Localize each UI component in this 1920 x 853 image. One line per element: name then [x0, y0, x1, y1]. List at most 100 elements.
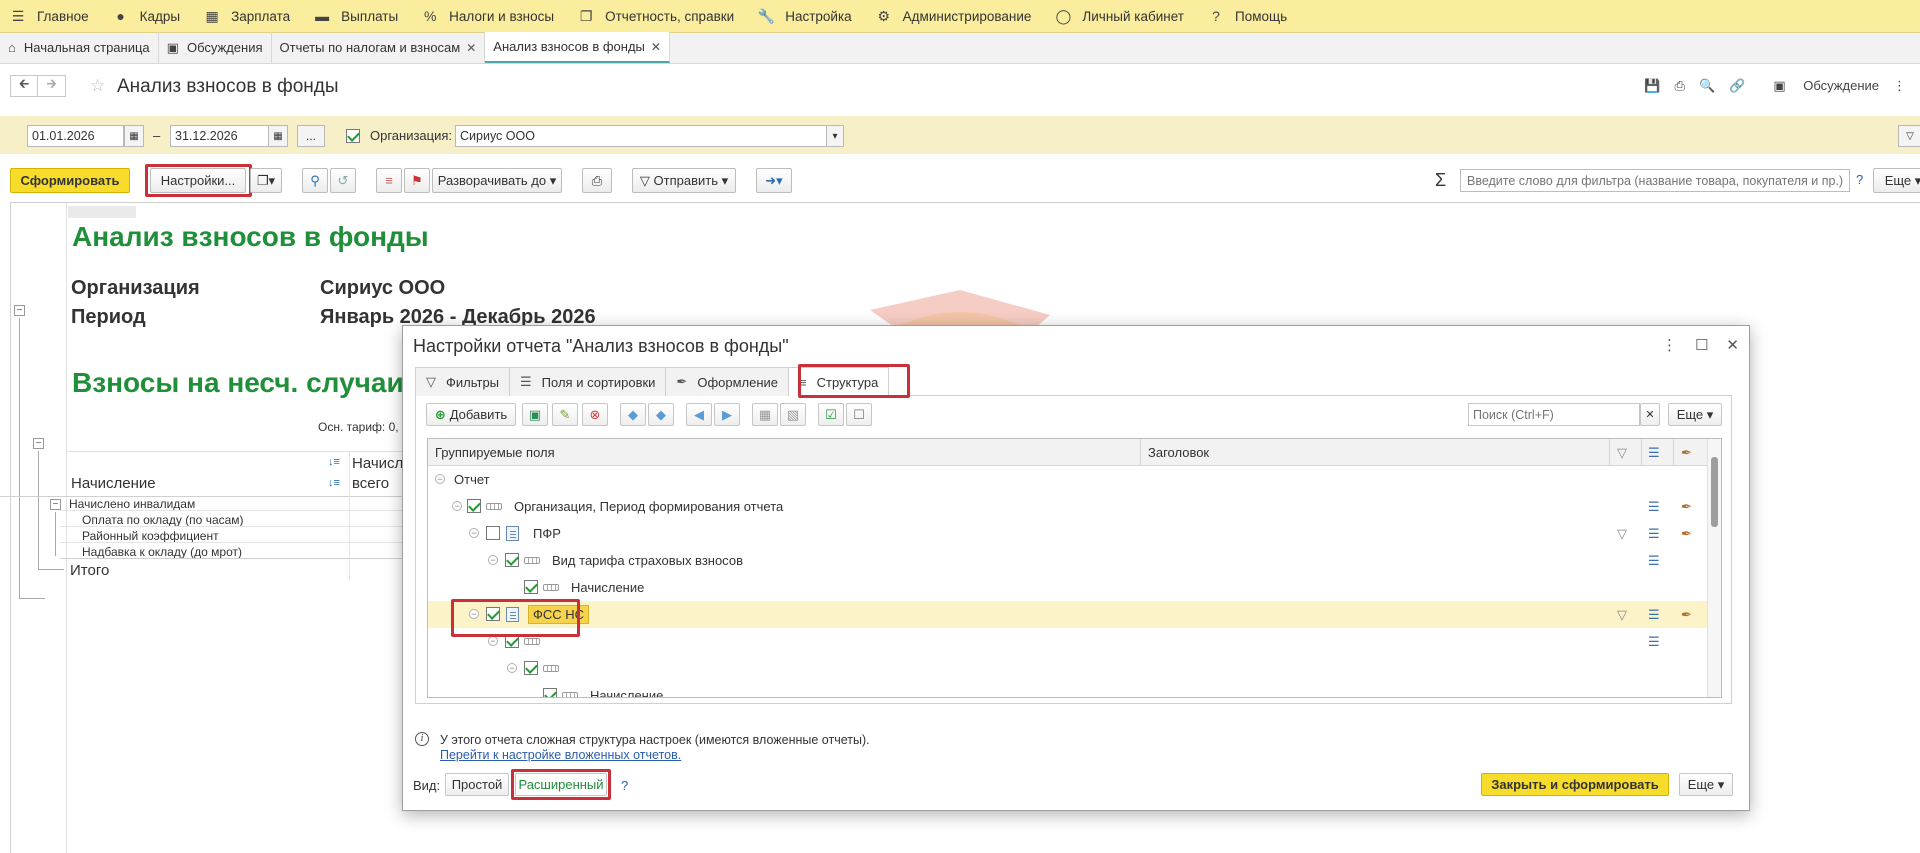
menu-item-settings[interactable]: 🔧 Настройка: [748, 0, 865, 33]
fields-icon[interactable]: ☰: [1648, 526, 1660, 542]
group-icon[interactable]: ▦: [752, 403, 778, 426]
search-reset-icon[interactable]: ↺: [330, 168, 356, 193]
collapse-icon[interactable]: −: [488, 636, 498, 646]
brush-icon[interactable]: ✒: [1681, 607, 1692, 623]
discuss-button[interactable]: ▣ Обсуждение: [1759, 78, 1879, 94]
brush-icon[interactable]: ✒: [1681, 526, 1692, 542]
close-icon[interactable]: ✕: [466, 41, 476, 55]
collapse-icon[interactable]: −: [14, 305, 25, 316]
row-checkbox[interactable]: [524, 661, 538, 675]
collapse-icon[interactable]: −: [507, 663, 517, 673]
clear-search-icon[interactable]: ✕: [1640, 403, 1660, 426]
fields-icon[interactable]: ☰: [1648, 607, 1660, 623]
tree-row-empty-subgroup[interactable]: −: [428, 655, 1708, 682]
link-icon[interactable]: 🔗: [1729, 78, 1745, 94]
tree-row-report[interactable]: − Отчет: [428, 466, 1708, 493]
arrows-dropdown[interactable]: ➜▾: [756, 168, 792, 193]
ungroup-icon[interactable]: ▧: [780, 403, 806, 426]
more-vertical-icon[interactable]: ⋮: [1662, 336, 1677, 354]
help-link[interactable]: ?: [1856, 172, 1863, 187]
tree-row-accrual[interactable]: Начисление: [428, 574, 1708, 601]
collapse-icon[interactable]: −: [50, 499, 61, 510]
menu-item-admin[interactable]: ⚙ Администрирование: [866, 0, 1046, 33]
view-simple-button[interactable]: Простой: [445, 773, 509, 796]
close-and-generate-button[interactable]: Закрыть и сформировать: [1481, 773, 1669, 796]
move-left-icon[interactable]: ◀: [686, 403, 712, 426]
row-checkbox[interactable]: [543, 688, 557, 697]
uncheck-all-icon[interactable]: ☐: [846, 403, 872, 426]
row-checkbox[interactable]: [467, 499, 481, 513]
close-icon[interactable]: ✕: [651, 40, 661, 54]
close-icon[interactable]: ✕: [1726, 336, 1739, 354]
menu-item-reports[interactable]: ❐ Отчетность, справки: [568, 0, 748, 33]
report-search-input[interactable]: [1460, 169, 1850, 192]
tree-row-fss-ns[interactable]: − ФСС НС ▽ ☰ ✒: [428, 601, 1708, 628]
collapse-icon[interactable]: −: [488, 555, 498, 565]
collapse-icon[interactable]: −: [469, 528, 479, 538]
date-from-input[interactable]: 01.01.2026: [27, 125, 124, 147]
scroll-thumb[interactable]: [1711, 457, 1718, 527]
calendar-icon[interactable]: ▦: [268, 125, 288, 147]
print-icon[interactable]: ⎙: [582, 168, 612, 193]
tab-fields-sorting[interactable]: ☰ Поля и сортировки: [509, 367, 667, 396]
structure-search-input[interactable]: [1468, 403, 1640, 426]
check-all-icon[interactable]: ☑: [818, 403, 844, 426]
more-vertical-icon[interactable]: ⋮: [1893, 78, 1906, 94]
row-checkbox[interactable]: [524, 580, 538, 594]
tree-row-pfr[interactable]: − ПФР ▽ ☰ ✒: [428, 520, 1708, 547]
tree-row-tariff-type[interactable]: − Вид тарифа страховых взносов ☰: [428, 547, 1708, 574]
add-group-icon[interactable]: ▣: [522, 403, 548, 426]
period-select-button[interactable]: ...: [297, 125, 325, 147]
menu-item-help[interactable]: ? Помощь: [1198, 0, 1301, 33]
tab-filters[interactable]: ▽ Фильтры: [415, 367, 511, 396]
fields-icon[interactable]: ☰: [1648, 634, 1660, 650]
preview-icon[interactable]: 🔍: [1699, 78, 1715, 94]
more-button[interactable]: Еще ▾: [1679, 773, 1733, 796]
expand-levels-icon[interactable]: ⚑: [404, 168, 430, 193]
tree-row-accrual-2[interactable]: Начисление: [428, 682, 1708, 697]
tree-scrollbar[interactable]: [1707, 439, 1721, 697]
expand-to-dropdown[interactable]: Разворачивать до ▾: [432, 168, 562, 193]
print-icon[interactable]: ⎙: [1675, 78, 1685, 94]
more-button[interactable]: Еще ▾: [1873, 168, 1920, 193]
tree-row-empty-group[interactable]: − ☰: [428, 628, 1708, 655]
collapse-icon[interactable]: −: [33, 438, 44, 449]
tab-tax-reports[interactable]: Отчеты по налогам и взносам ✕: [272, 32, 486, 63]
menu-item-salary[interactable]: ▦ Зарплата: [194, 0, 304, 33]
tab-contributions-analysis[interactable]: Анализ взносов в фонды ✕: [485, 32, 670, 63]
dropdown-arrow-icon[interactable]: ▾: [826, 125, 844, 147]
collapse-icon[interactable]: −: [435, 474, 445, 484]
move-down-icon[interactable]: ◆: [648, 403, 674, 426]
row-checkbox[interactable]: [486, 526, 500, 540]
menu-item-taxes[interactable]: % Налоги и взносы: [412, 0, 568, 33]
tab-home[interactable]: ⌂ Начальная страница: [0, 32, 159, 63]
maximize-icon[interactable]: ☐: [1695, 336, 1708, 354]
date-to-input[interactable]: 31.12.2026: [170, 125, 270, 147]
org-filter-checkbox[interactable]: [346, 129, 360, 143]
filter-icon[interactable]: ▽: [1898, 125, 1920, 147]
variant-dropdown[interactable]: ❐▾: [250, 168, 282, 193]
move-up-icon[interactable]: ◆: [620, 403, 646, 426]
favorite-star-icon[interactable]: ☆: [90, 76, 105, 96]
edit-icon[interactable]: ✎: [552, 403, 578, 426]
sort-icon[interactable]: ↓≡: [328, 477, 340, 489]
row-checkbox[interactable]: [505, 553, 519, 567]
filter-icon[interactable]: ▽: [1617, 526, 1627, 542]
save-icon[interactable]: 💾: [1644, 78, 1660, 94]
search-icon[interactable]: ⚲: [302, 168, 328, 193]
help-link[interactable]: ?: [621, 778, 628, 793]
menu-item-payments[interactable]: ▬ Выплаты: [304, 0, 412, 33]
filter-icon[interactable]: ▽: [1617, 607, 1627, 623]
menu-item-personnel[interactable]: ● Кадры: [103, 0, 194, 33]
more-button[interactable]: Еще ▾: [1668, 403, 1722, 426]
delete-icon[interactable]: ⊗: [582, 403, 608, 426]
nested-settings-link[interactable]: Перейти к настройке вложенных отчетов.: [440, 748, 681, 762]
fields-icon[interactable]: ☰: [1648, 499, 1660, 515]
calendar-icon[interactable]: ▦: [124, 125, 144, 147]
send-dropdown[interactable]: ▽ Отправить ▾: [632, 168, 736, 193]
forward-button[interactable]: 🡲: [38, 75, 66, 97]
tree-row-org-period[interactable]: − Организация, Период формирования отчет…: [428, 493, 1708, 520]
move-right-icon[interactable]: ▶: [714, 403, 740, 426]
sort-icon[interactable]: ↓≡: [328, 456, 340, 468]
menu-item-main[interactable]: ☰ Главное: [0, 0, 103, 33]
